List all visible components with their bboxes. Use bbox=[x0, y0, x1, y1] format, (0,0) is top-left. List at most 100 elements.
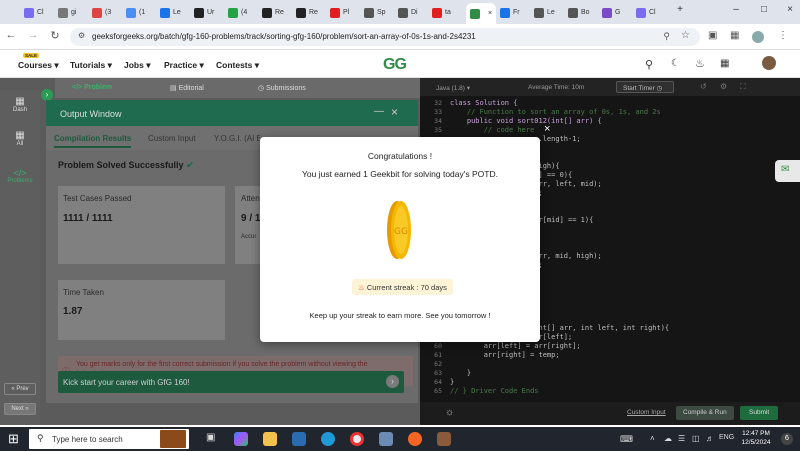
maximize-window-icon[interactable]: □ bbox=[756, 4, 772, 15]
tab-problem[interactable]: </> Problem bbox=[72, 84, 112, 91]
browser-tab[interactable]: Di bbox=[398, 3, 430, 22]
chat-widget[interactable]: ✉ bbox=[775, 160, 800, 182]
store-icon[interactable] bbox=[292, 432, 306, 446]
gfg160-banner[interactable]: Kick start your career with GfG 160! › bbox=[58, 371, 404, 393]
windows-start-icon[interactable]: ⊞ bbox=[8, 432, 19, 445]
fullscreen-icon[interactable]: ⛶ bbox=[740, 82, 746, 92]
forward-icon[interactable]: → bbox=[26, 29, 40, 41]
menu-tutorials[interactable]: Tutorials ▾ bbox=[70, 60, 112, 71]
browser-tab[interactable]: Ur bbox=[194, 3, 226, 22]
notification-bell-icon[interactable]: ♨ bbox=[695, 57, 705, 70]
submit-button[interactable]: Submit bbox=[740, 406, 779, 420]
close-modal-icon[interactable]: × bbox=[544, 123, 550, 135]
copilot-icon[interactable] bbox=[234, 432, 248, 446]
url-text[interactable]: geeksforgeeks.org/batch/gfg-160-problems… bbox=[92, 32, 476, 41]
site-info-icon[interactable]: ⚙ bbox=[78, 31, 85, 40]
prev-button[interactable]: « Prev bbox=[4, 383, 36, 395]
gfg-logo[interactable]: GG bbox=[383, 56, 407, 74]
code-line[interactable]: // Function to sort an array of 0s, 1s, … bbox=[450, 108, 661, 116]
code-line[interactable]: class Solution { bbox=[450, 99, 517, 107]
code-line[interactable]: // } Driver Code Ends bbox=[450, 387, 539, 395]
browser-tab[interactable]: (3 bbox=[92, 3, 124, 22]
bookmark-star-icon[interactable]: ☆ bbox=[681, 30, 690, 41]
app-icon[interactable] bbox=[437, 432, 451, 446]
network-icon[interactable]: ☰ bbox=[678, 434, 685, 443]
tab-compilation-results[interactable]: Compilation Results bbox=[54, 134, 132, 148]
cast-icon[interactable]: ▣ bbox=[708, 30, 717, 41]
settings-icon[interactable]: ⚙ bbox=[720, 82, 727, 91]
language-indicator[interactable]: ENG bbox=[719, 434, 734, 441]
browser-tab[interactable]: (1 bbox=[126, 3, 158, 22]
chrome-icon[interactable] bbox=[350, 432, 364, 446]
browser-tab[interactable]: (4 bbox=[228, 3, 260, 22]
battery-icon[interactable]: ◫ bbox=[692, 434, 700, 443]
custom-input-link[interactable]: Custom Input bbox=[627, 409, 666, 416]
browser-tab[interactable]: Le bbox=[534, 3, 566, 22]
extensions-icon[interactable]: ▦ bbox=[730, 30, 739, 41]
tab-custom-input[interactable]: Custom Input bbox=[148, 134, 196, 143]
user-avatar[interactable] bbox=[762, 56, 776, 70]
next-button[interactable]: Next » bbox=[4, 403, 36, 415]
code-line[interactable]: // code here bbox=[450, 126, 535, 134]
tray-chevron-icon[interactable]: ˄ bbox=[650, 434, 655, 443]
keyboard-icon[interactable]: ⌨ bbox=[620, 434, 633, 445]
code-line[interactable]: public void sort012(int[] arr) { bbox=[450, 117, 602, 125]
back-icon[interactable]: ← bbox=[4, 29, 18, 41]
browser-tab[interactable]: gi bbox=[58, 3, 90, 22]
task-view-icon[interactable]: ▣ bbox=[206, 432, 220, 446]
menu-jobs[interactable]: Jobs ▾ bbox=[124, 60, 150, 71]
browser-tab[interactable]: Fr bbox=[500, 3, 532, 22]
dark-mode-icon[interactable]: ☾ bbox=[671, 58, 680, 69]
minimize-icon[interactable]: — bbox=[374, 106, 384, 117]
edge-icon[interactable] bbox=[321, 432, 335, 446]
sidebar-item-all[interactable]: ▦ All bbox=[4, 130, 36, 147]
browser-tab[interactable]: × bbox=[466, 3, 496, 24]
taskbar-search[interactable]: ⚲ Type here to search bbox=[29, 429, 189, 449]
browser-tab[interactable]: Le bbox=[160, 3, 192, 22]
code-line[interactable]: } bbox=[450, 378, 454, 386]
reload-icon[interactable]: ↻ bbox=[48, 29, 62, 42]
language-select[interactable]: Java (1.8) ▾ bbox=[436, 84, 470, 92]
sidebar-item-dash[interactable]: ▦ Dash bbox=[4, 96, 36, 113]
browser-menu-icon[interactable]: ⋮ bbox=[778, 30, 788, 41]
browser-tab[interactable]: Bo bbox=[568, 3, 600, 22]
start-timer-button[interactable]: Start Timer ◷ bbox=[616, 81, 674, 93]
browser-tab[interactable]: Re bbox=[262, 3, 294, 22]
browser-tab[interactable]: Re bbox=[296, 3, 328, 22]
browser-tab[interactable]: ta bbox=[432, 3, 464, 22]
cloud-icon[interactable]: ☁ bbox=[664, 434, 672, 443]
zoom-icon[interactable]: ⚲ bbox=[663, 31, 670, 42]
menu-practice[interactable]: Practice ▾ bbox=[164, 60, 204, 71]
browser-tab[interactable]: Cl bbox=[636, 3, 668, 22]
reset-icon[interactable]: ↺ bbox=[700, 82, 707, 91]
file-explorer-icon[interactable] bbox=[263, 432, 277, 446]
profile-avatar[interactable] bbox=[752, 31, 764, 43]
close-window-icon[interactable]: × bbox=[782, 4, 798, 15]
code-line[interactable]: } bbox=[450, 369, 471, 377]
close-tab-icon[interactable]: × bbox=[488, 10, 492, 17]
minimize-window-icon[interactable]: – bbox=[728, 4, 744, 15]
browser-tab[interactable]: Pl bbox=[330, 3, 362, 22]
compile-run-button[interactable]: Compile & Run bbox=[676, 406, 734, 420]
git-icon[interactable] bbox=[379, 432, 393, 446]
search-icon[interactable]: ⚲ bbox=[645, 58, 653, 71]
url-bar[interactable]: ⚙ geeksforgeeks.org/batch/gfg-160-proble… bbox=[70, 28, 700, 46]
code-line[interactable]: arr[left] = arr[right]; bbox=[450, 342, 581, 350]
volume-icon[interactable]: ♬ bbox=[706, 434, 714, 443]
menu-contests[interactable]: Contests ▾ bbox=[216, 60, 259, 71]
browser-tab[interactable]: Cl bbox=[24, 3, 56, 22]
apps-grid-icon[interactable]: ▦ bbox=[720, 58, 729, 69]
menu-courses[interactable]: Courses ▾ bbox=[18, 60, 59, 71]
tab-editorial[interactable]: ▤ Editorial bbox=[170, 84, 204, 92]
browser-tab[interactable]: Sp bbox=[364, 3, 396, 22]
notification-count[interactable]: 6 bbox=[781, 433, 793, 445]
code-line[interactable]: arr[right] = temp; bbox=[450, 351, 560, 359]
brightness-icon[interactable]: ☼ bbox=[445, 407, 454, 418]
sidebar-item-problems[interactable]: </> Problems bbox=[4, 168, 36, 184]
tab-yogi[interactable]: Y.O.G.I. (AI Bo bbox=[214, 134, 260, 143]
clock[interactable]: 12:47 PM 12/5/2024 bbox=[736, 429, 776, 447]
new-tab-button[interactable]: + bbox=[672, 4, 688, 15]
postman-icon[interactable] bbox=[408, 432, 422, 446]
close-output-icon[interactable]: × bbox=[391, 105, 398, 119]
browser-tab[interactable]: G bbox=[602, 3, 634, 22]
